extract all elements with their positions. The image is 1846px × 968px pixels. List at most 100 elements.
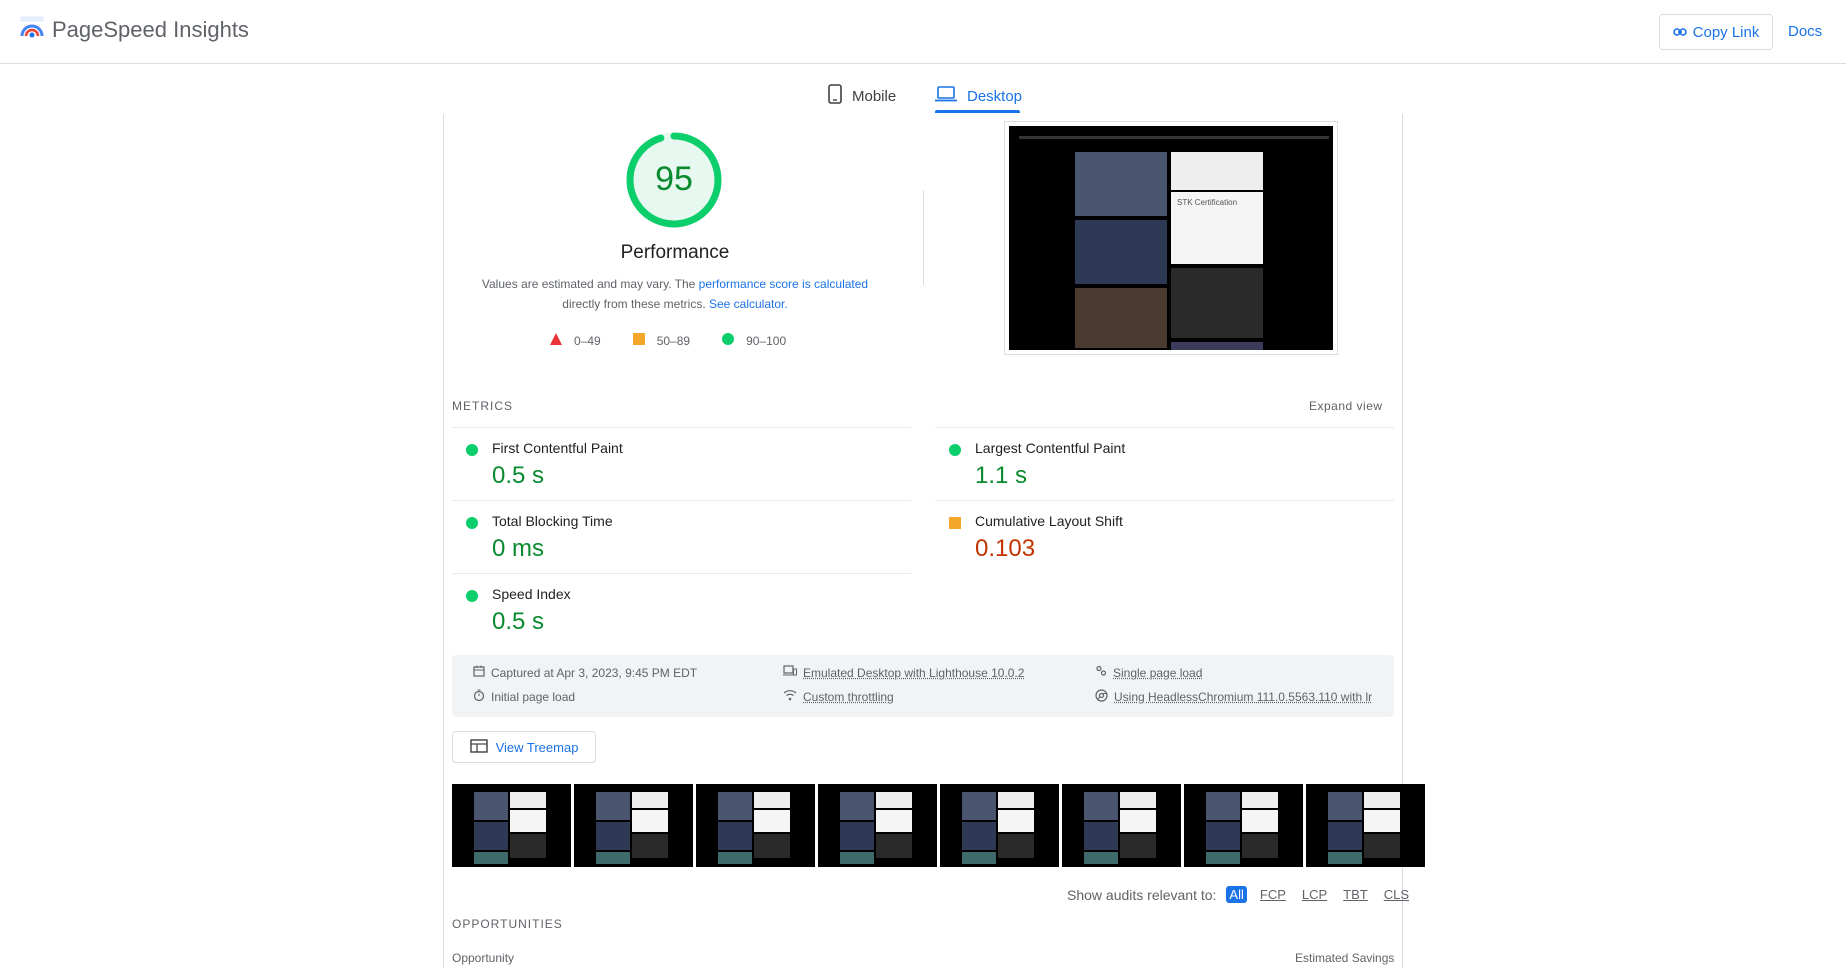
- legend-pass: 90–100: [722, 333, 786, 348]
- score-legend: 0–49 50–89 90–100: [550, 333, 786, 348]
- pass-circle-icon: [466, 517, 478, 529]
- metric-value: 0.5 s: [492, 608, 545, 635]
- top-app-bar: PageSpeed Insights Copy Link Docs: [0, 0, 1846, 64]
- average-square-icon: [949, 517, 961, 529]
- filter-chip-all[interactable]: All: [1226, 886, 1247, 903]
- performance-title: Performance: [620, 242, 730, 263]
- metric-tbt: Total Blocking Time 0 ms: [452, 500, 911, 573]
- initial-load: Initial page load: [473, 689, 575, 704]
- pagespeed-logo-icon: [20, 16, 44, 43]
- legend-fail: 0–49: [550, 333, 601, 348]
- metric-name: Largest Contentful Paint: [975, 440, 1126, 456]
- see-calculator-link[interactable]: See calculator.: [709, 297, 788, 311]
- metrics-right-column: Largest Contentful Paint 1.1 s Cumulativ…: [935, 427, 1394, 573]
- metric-cls: Cumulative Layout Shift 0.103: [935, 500, 1394, 573]
- view-treemap-button[interactable]: View Treemap: [452, 731, 596, 763]
- tab-mobile[interactable]: Mobile: [828, 78, 896, 114]
- chrome-icon: [1095, 689, 1108, 705]
- score-calculated-link[interactable]: performance score is calculated: [699, 277, 868, 291]
- circle-icon: [722, 333, 735, 348]
- filmstrip-frame: [940, 784, 1059, 867]
- single-load-text: Single page load: [1113, 665, 1203, 680]
- metric-name: First Contentful Paint: [492, 440, 623, 456]
- timer-icon: [473, 689, 485, 704]
- opportunities-heading: OPPORTUNITIES: [452, 917, 563, 931]
- brand[interactable]: PageSpeed Insights: [20, 16, 249, 43]
- filmstrip-frame: [818, 784, 937, 867]
- captured-at-text: Captured at Apr 3, 2023, 9:45 PM EDT: [491, 665, 698, 680]
- captured-at: Captured at Apr 3, 2023, 9:45 PM EDT: [473, 665, 697, 680]
- filmstrip-frame: [696, 784, 815, 867]
- screenshot-image: STK Certification: [1009, 126, 1333, 350]
- metric-fcp: First Contentful Paint 0.5 s: [452, 427, 911, 500]
- laptop-icon: [935, 86, 957, 106]
- opportunity-column-header: Opportunity: [452, 951, 515, 965]
- square-icon: [632, 333, 645, 348]
- performance-note: Values are estimated and may vary. The p…: [470, 274, 880, 314]
- filmstrip-frame: [574, 784, 693, 867]
- treemap-icon: [469, 738, 488, 756]
- metric-value: 0.5 s: [492, 462, 545, 489]
- metrics-left-column: First Contentful Paint 0.5 s Total Block…: [452, 427, 911, 646]
- tab-desktop-label: Desktop: [967, 87, 1023, 105]
- app-title: PageSpeed Insights: [52, 16, 249, 42]
- people-icon: [1095, 665, 1107, 680]
- emulated-device[interactable]: Emulated Desktop with Lighthouse 10.0.2: [783, 665, 1024, 680]
- filter-chip-lcp[interactable]: LCP: [1299, 886, 1330, 903]
- filter-chip-fcp[interactable]: FCP: [1257, 886, 1289, 903]
- triangle-icon: [550, 333, 562, 348]
- browser-info-text: Using HeadlessChromium 111.0.5563.110 wi…: [1114, 690, 1373, 704]
- browser-info[interactable]: Using HeadlessChromium 111.0.5563.110 wi…: [1095, 689, 1372, 705]
- note-text-2: directly from these metrics.: [562, 297, 709, 311]
- view-treemap-label: View Treemap: [495, 739, 579, 755]
- note-text-1: Values are estimated and may vary. The: [481, 277, 699, 291]
- copy-link-button[interactable]: Copy Link: [1659, 14, 1773, 50]
- estimated-savings-header: Estimated Savings: [1295, 951, 1395, 965]
- final-screenshot[interactable]: STK Certification: [1004, 121, 1338, 355]
- phone-icon: [828, 84, 842, 108]
- device-tabs: Mobile Desktop: [0, 64, 1846, 114]
- metric-name: Cumulative Layout Shift: [975, 513, 1123, 529]
- audit-filter: Show audits relevant to: All FCP LCP TBT…: [1067, 886, 1412, 903]
- metric-value: 1.1 s: [975, 462, 1028, 489]
- filmstrip: [452, 784, 1425, 867]
- emulated-device-text: Emulated Desktop with Lighthouse 10.0.2: [803, 665, 1025, 680]
- legend-fail-label: 0–49: [574, 333, 601, 348]
- docs-link[interactable]: Docs: [1788, 23, 1822, 40]
- metric-value: 0.103: [975, 535, 1036, 562]
- filter-label: Show audits relevant to:: [1067, 886, 1217, 903]
- single-load[interactable]: Single page load: [1095, 665, 1202, 680]
- filter-chip-cls[interactable]: CLS: [1381, 886, 1412, 903]
- metric-value: 0 ms: [492, 535, 545, 562]
- throttling-text: Custom throttling: [803, 689, 894, 704]
- filmstrip-frame: [1184, 784, 1303, 867]
- metrics-heading: METRICS: [452, 399, 513, 413]
- tab-desktop[interactable]: Desktop: [935, 78, 1022, 114]
- filmstrip-frame: [1306, 784, 1425, 867]
- throttling[interactable]: Custom throttling: [783, 689, 894, 704]
- metric-si: Speed Index 0.5 s: [452, 573, 911, 646]
- runtime-settings: Captured at Apr 3, 2023, 9:45 PM EDT Ini…: [452, 655, 1394, 717]
- filter-chip-tbt[interactable]: TBT: [1340, 886, 1371, 903]
- wifi-icon: [783, 689, 797, 704]
- calendar-icon: [473, 665, 485, 680]
- legend-pass-label: 90–100: [746, 333, 787, 348]
- pass-circle-icon: [466, 444, 478, 456]
- metric-name: Speed Index: [492, 586, 571, 602]
- metric-name: Total Blocking Time: [492, 513, 613, 529]
- performance-score: 95: [655, 160, 693, 198]
- metric-lcp: Largest Contentful Paint 1.1 s: [935, 427, 1394, 500]
- legend-average: 50–89: [632, 333, 691, 348]
- legend-average-label: 50–89: [656, 333, 691, 348]
- copy-link-label: Copy Link: [1692, 23, 1760, 41]
- filmstrip-frame: [452, 784, 571, 867]
- divider: [923, 190, 924, 285]
- pass-circle-icon: [466, 590, 478, 602]
- pass-circle-icon: [949, 444, 961, 456]
- expand-view-toggle[interactable]: Expand view: [1309, 399, 1383, 413]
- active-tab-indicator: [935, 110, 1020, 113]
- initial-load-text: Initial page load: [491, 689, 576, 704]
- filmstrip-frame: [1062, 784, 1181, 867]
- devices-icon: [783, 665, 797, 680]
- tab-mobile-label: Mobile: [852, 87, 897, 105]
